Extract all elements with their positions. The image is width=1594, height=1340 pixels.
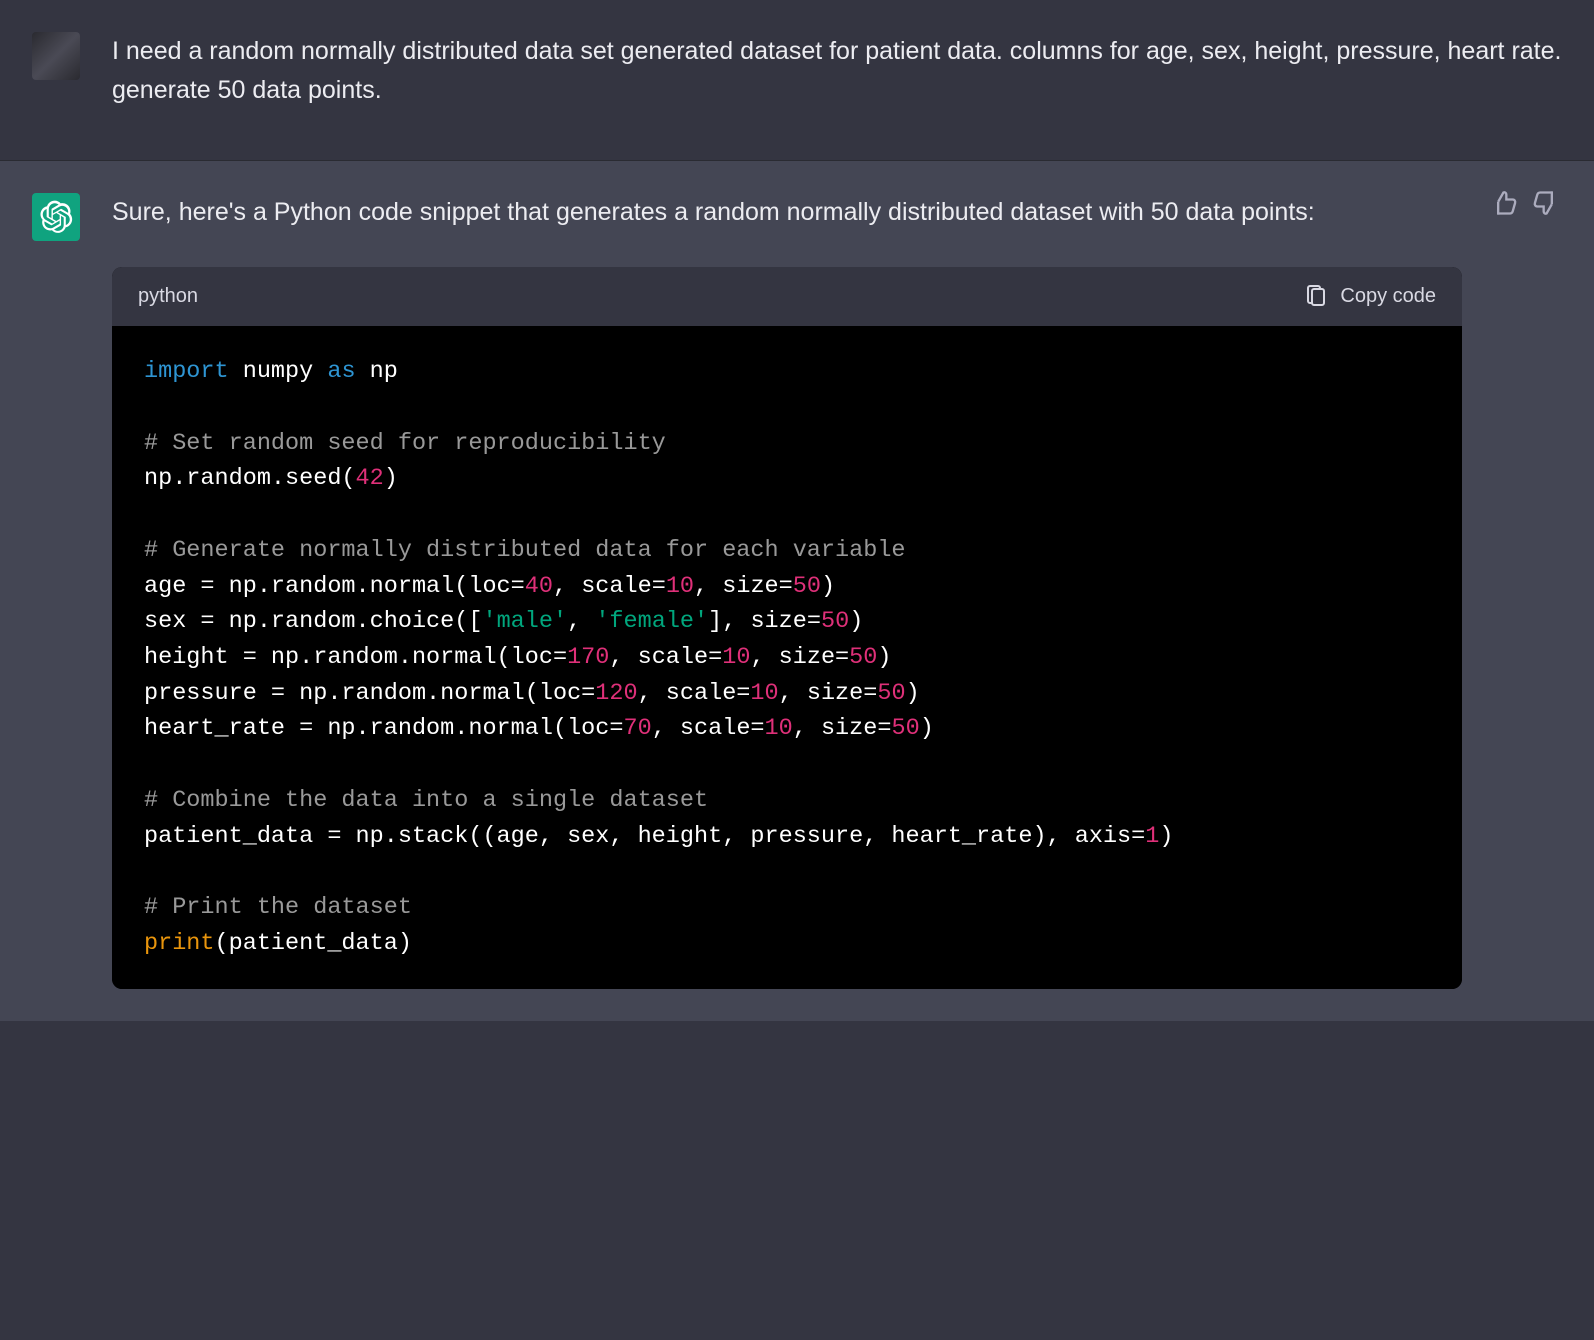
openai-logo-icon <box>39 200 73 234</box>
clipboard-icon <box>1304 285 1328 309</box>
user-message-text: I need a random normally distributed dat… <box>112 32 1562 110</box>
feedback-buttons <box>1490 189 1560 217</box>
code-block: python Copy code import numpy as np # Se… <box>112 267 1462 989</box>
thumbs-up-icon <box>1490 189 1518 217</box>
assistant-message: Sure, here's a Python code snippet that … <box>0 161 1594 1022</box>
user-message: I need a random normally distributed dat… <box>0 0 1594 161</box>
thumbs-up-button[interactable] <box>1490 189 1518 217</box>
code-language-label: python <box>138 281 198 312</box>
thumbs-down-button[interactable] <box>1532 189 1560 217</box>
copy-code-label: Copy code <box>1340 281 1436 312</box>
assistant-avatar <box>32 193 80 241</box>
assistant-content: Sure, here's a Python code snippet that … <box>112 193 1562 990</box>
thumbs-down-icon <box>1532 189 1560 217</box>
assistant-intro-text: Sure, here's a Python code snippet that … <box>112 193 1462 232</box>
code-header: python Copy code <box>112 267 1462 326</box>
code-content[interactable]: import numpy as np # Set random seed for… <box>112 326 1462 989</box>
user-avatar <box>32 32 80 80</box>
copy-code-button[interactable]: Copy code <box>1304 281 1436 312</box>
